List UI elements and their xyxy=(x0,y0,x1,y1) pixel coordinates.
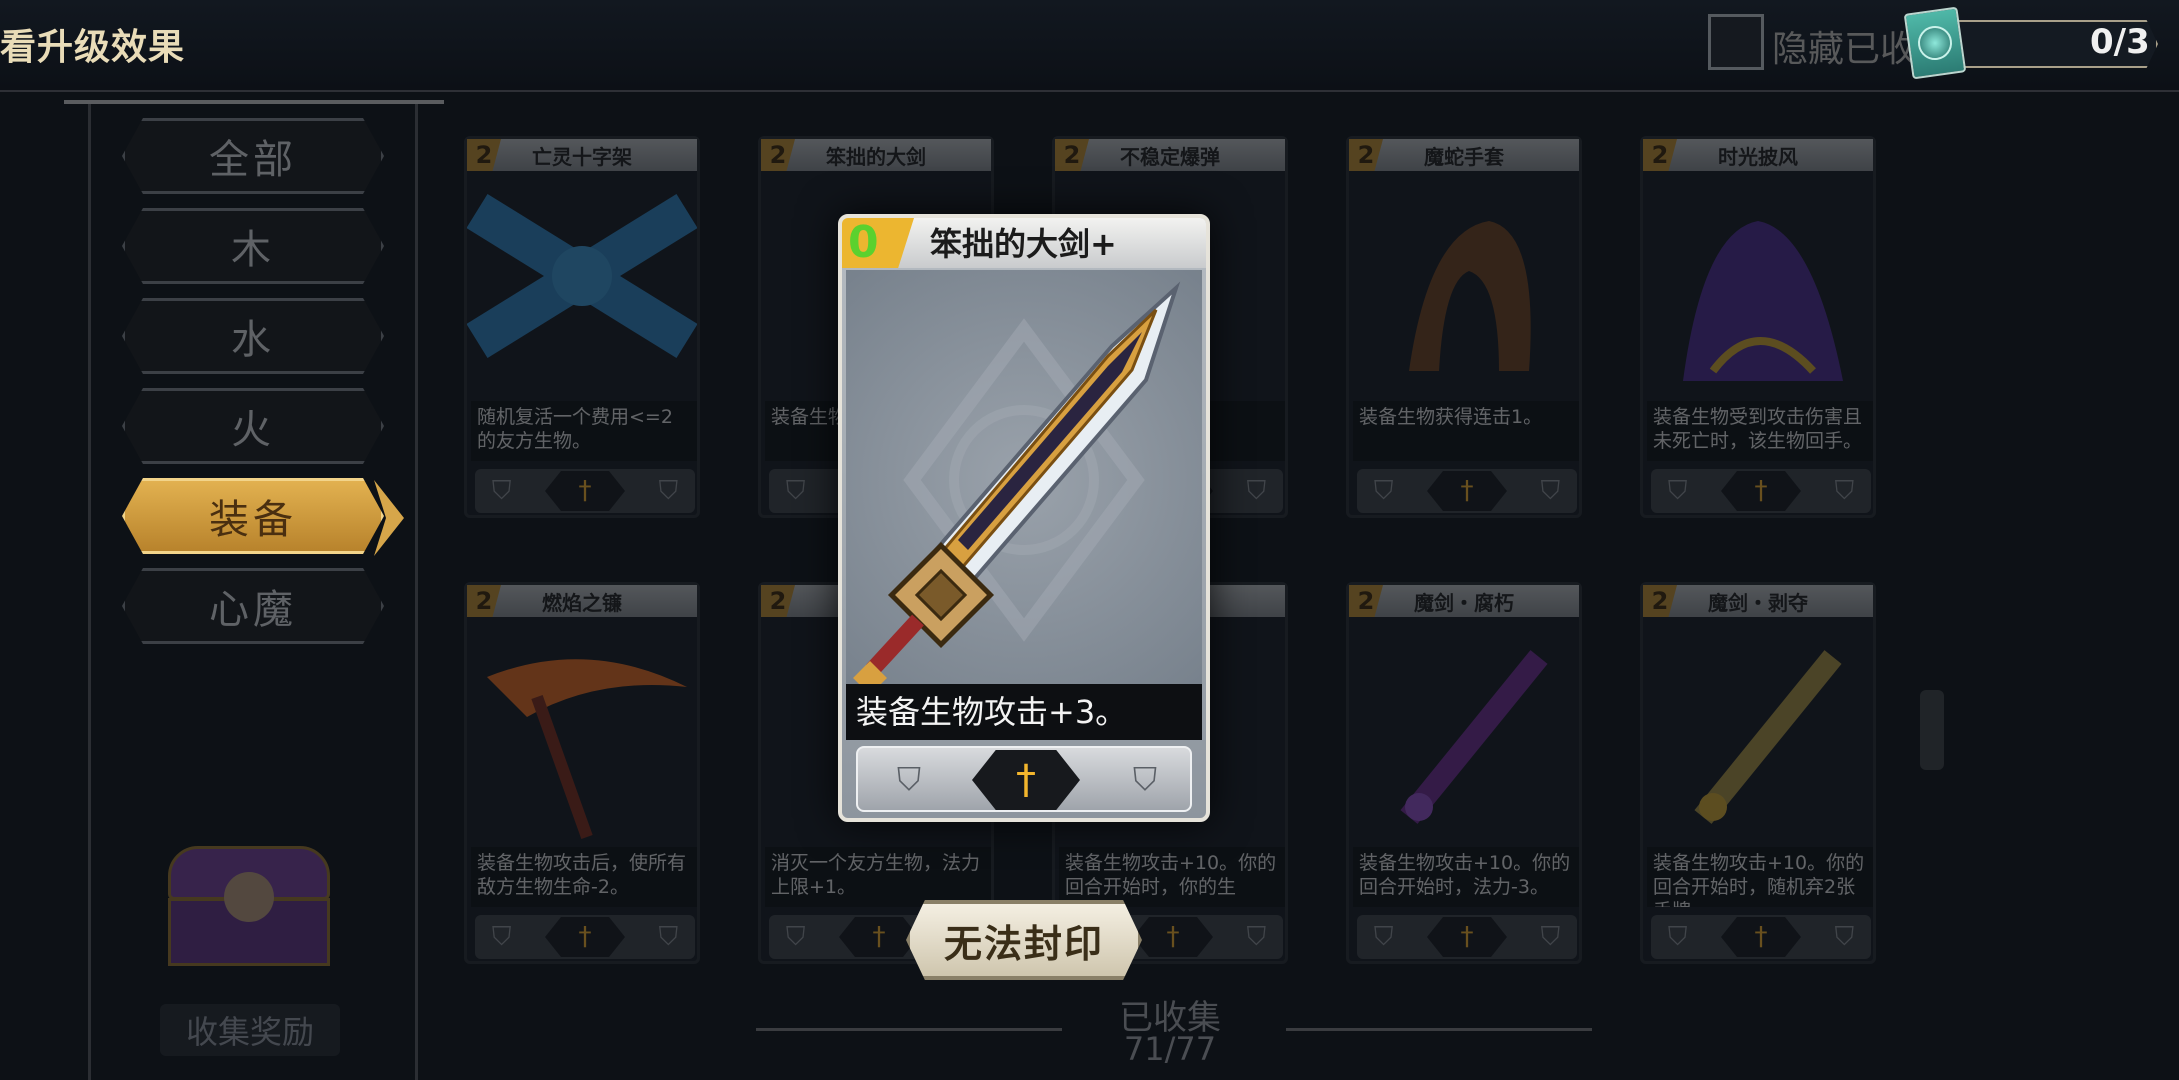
greatsword-art-icon xyxy=(846,270,1202,695)
seal-button[interactable]: 无法封印 xyxy=(906,900,1142,980)
helmet-icon: ⛉ xyxy=(1834,921,1855,952)
card-desc: 装备生物攻击后，使所有敌方生物生命-2。 xyxy=(471,847,697,907)
sword-icon: † xyxy=(839,917,919,957)
top-bar: 看升级效果 隐藏已收 0/3 xyxy=(0,0,2179,92)
cloak-art-icon xyxy=(1643,171,1873,401)
card-slots: ⛉ † ⛉ xyxy=(475,469,695,513)
card-desc: 装备生物攻击+10。你的回合开始时，法力-3。 xyxy=(1353,847,1579,907)
sword-icon: † xyxy=(1133,917,1213,957)
card-desc: 随机复活一个费用<=2的友方生物。 xyxy=(471,401,697,461)
helmet-icon: ⛉ xyxy=(1540,475,1561,506)
reward-chest-icon[interactable] xyxy=(168,846,330,966)
gold-sword-art-icon xyxy=(1643,617,1873,847)
card-flame-scythe[interactable]: 燃焰之镰 2 装备生物攻击后，使所有敌方生物生命-2。 ⛉ † ⛉ xyxy=(464,582,700,964)
card-detail-popup: 0 笨拙的大剑+ 装备生物攻击+3。 ⛉ † ⛉ xyxy=(838,214,1210,822)
popup-cost: 0 xyxy=(848,217,879,268)
helmet-icon: ⛉ xyxy=(1246,921,1267,952)
card-slots: ⛉ † ⛉ xyxy=(475,915,695,959)
helmet-icon: ⛉ xyxy=(1834,475,1855,506)
glove-art-icon xyxy=(1349,171,1579,401)
helmet-icon: ⛉ xyxy=(1540,921,1561,952)
category-all[interactable]: 全部 xyxy=(122,118,384,194)
helmet-icon: ⛉ xyxy=(491,475,512,506)
progress-count: 0/3 xyxy=(2090,22,2150,62)
helmet-icon: ⛉ xyxy=(1667,475,1688,506)
card-name: 魔剑・腐朽 xyxy=(1349,585,1579,617)
footer-divider-left xyxy=(756,1028,1062,1031)
card-name: 燃焰之镰 xyxy=(467,585,697,617)
category-wood[interactable]: 木 xyxy=(122,208,384,284)
helmet-icon: ⛉ xyxy=(1132,759,1157,798)
card-demon-sword-deprive[interactable]: 魔剑・剥夺 2 装备生物攻击+10。你的回合开始时，随机弃2张手牌。 ⛉†⛉ xyxy=(1640,582,1876,964)
hide-collected-label[interactable]: 隐藏已收 xyxy=(1772,20,1916,72)
card-undead-cross[interactable]: 亡灵十字架 2 随机复活一个费用<=2的友方生物。 ⛉ † ⛉ xyxy=(464,136,700,518)
helmet-icon: ⛉ xyxy=(658,475,679,506)
card-slots: ⛉ † ⛉ xyxy=(1357,469,1577,513)
category-fire[interactable]: 火 xyxy=(122,388,384,464)
cross-art-icon xyxy=(466,171,698,401)
scrollbar[interactable] xyxy=(1920,690,1944,770)
category-demon[interactable]: 心魔 xyxy=(122,568,384,644)
helmet-icon: ⛉ xyxy=(785,475,806,506)
sword-icon: † xyxy=(545,917,625,957)
popup-slots: ⛉ † ⛉ xyxy=(856,746,1192,812)
popup-desc: 装备生物攻击+3。 xyxy=(846,684,1202,740)
card-name: 时光披风 xyxy=(1643,139,1873,171)
card-slots: ⛉ † ⛉ xyxy=(1651,469,1871,513)
helmet-icon: ⛉ xyxy=(491,921,512,952)
card-name: 不稳定爆弹 xyxy=(1055,139,1285,171)
card-demon-sword-decay[interactable]: 魔剑・腐朽 2 装备生物攻击+10。你的回合开始时，法力-3。 ⛉ † ⛉ xyxy=(1346,582,1582,964)
helmet-icon: ⛉ xyxy=(1373,921,1394,952)
card-time-cloak[interactable]: 时光披风 2 装备生物受到攻击伤害且未死亡时，该生物回手。 ⛉ † ⛉ xyxy=(1640,136,1876,518)
card-slots: ⛉ † ⛉ xyxy=(1651,915,1871,959)
collection-count: 71/77 xyxy=(1123,1030,1217,1068)
sword-icon: † xyxy=(1427,917,1507,957)
card-name: 笨拙的大剑 xyxy=(761,139,991,171)
footer-divider-right xyxy=(1286,1028,1592,1031)
category-water[interactable]: 水 xyxy=(122,298,384,374)
sword-icon: † xyxy=(972,750,1080,810)
hide-collected-checkbox[interactable] xyxy=(1708,14,1764,70)
card-name: 魔蛇手套 xyxy=(1349,139,1579,171)
sword-icon: † xyxy=(1721,917,1801,957)
card-desc: 消灭一个友方生物，法力上限+1。 xyxy=(765,847,991,907)
card-serpent-glove[interactable]: 魔蛇手套 2 装备生物获得连击1。 ⛉ † ⛉ xyxy=(1346,136,1582,518)
scythe-art-icon xyxy=(467,617,697,847)
purple-sword-art-icon xyxy=(1349,617,1579,847)
category-equipment[interactable]: 装备 xyxy=(122,478,384,554)
sword-icon: † xyxy=(1721,471,1801,511)
helmet-icon: ⛉ xyxy=(1373,475,1394,506)
card-desc: 装备生物受到攻击伤害且未死亡时，该生物回手。 xyxy=(1647,401,1873,461)
collect-reward-button[interactable]: 收集奖励 xyxy=(160,1004,340,1056)
helmet-icon: ⛉ xyxy=(658,921,679,952)
helmet-icon: ⛉ xyxy=(1667,921,1688,952)
helmet-icon: ⛉ xyxy=(785,921,806,952)
card-desc: 装备生物攻击+10。你的回合开始时，你的生命-3。 xyxy=(1059,847,1285,907)
card-desc: 装备生物获得连击1。 xyxy=(1353,401,1579,461)
card-name: 魔剑・剥夺 xyxy=(1643,585,1873,617)
popup-title: 笨拙的大剑+ xyxy=(930,225,1117,263)
page-title: 看升级效果 xyxy=(0,27,186,68)
helmet-icon: ⛉ xyxy=(1246,475,1267,506)
card-name: 亡灵十字架 xyxy=(467,139,697,171)
scroll-gem-icon xyxy=(1903,6,1967,80)
card-desc: 装备生物攻击+10。你的回合开始时，随机弃2张手牌。 xyxy=(1647,847,1873,907)
card-slots: ⛉ † ⛉ xyxy=(1357,915,1577,959)
sword-icon: † xyxy=(1427,471,1507,511)
sword-icon: † xyxy=(545,471,625,511)
helmet-icon: ⛉ xyxy=(896,759,921,798)
